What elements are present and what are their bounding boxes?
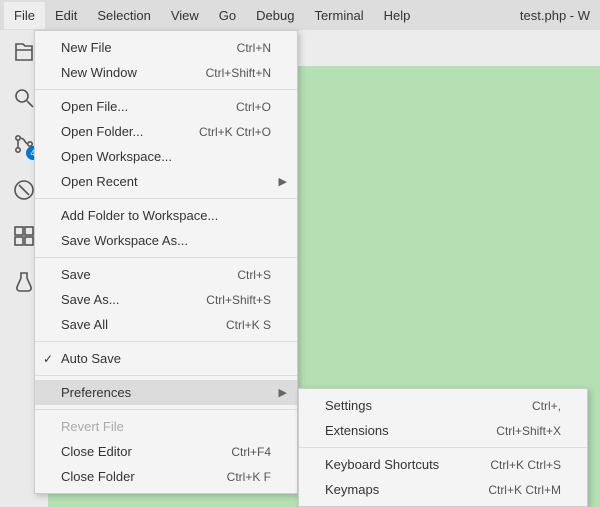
menu-item-label: Close Editor — [61, 444, 231, 459]
menu-separator — [35, 257, 297, 258]
menu-item-label: Open Workspace... — [61, 149, 271, 164]
menu-item-label: Add Folder to Workspace... — [61, 208, 271, 223]
menu-separator — [35, 198, 297, 199]
menu-separator — [35, 409, 297, 410]
menu-shortcut: Ctrl+O — [236, 100, 271, 114]
menu-separator — [299, 447, 587, 448]
menu-item-label: Revert File — [61, 419, 271, 434]
menu-item-label: Open File... — [61, 99, 236, 114]
menu-item-label: Open Recent — [61, 174, 271, 189]
submenu-item-keyboard-shortcuts[interactable]: Keyboard ShortcutsCtrl+K Ctrl+S — [299, 452, 587, 477]
menu-shortcut: Ctrl+Shift+N — [206, 66, 271, 80]
menu-item-label: Save All — [61, 317, 226, 332]
menu-shortcut: Ctrl+Shift+X — [496, 424, 561, 438]
menu-item-label: Extensions — [325, 423, 496, 438]
menu-item-open-workspace[interactable]: Open Workspace... — [35, 144, 297, 169]
chevron-right-icon: ▶ — [279, 175, 287, 188]
menu-item-label: Close Folder — [61, 469, 227, 484]
menu-item-revert-file: Revert File — [35, 414, 297, 439]
menu-separator — [35, 89, 297, 90]
menu-edit[interactable]: Edit — [45, 2, 87, 29]
menu-item-label: Auto Save — [61, 351, 271, 366]
menu-shortcut: Ctrl+S — [237, 268, 271, 282]
menu-item-save-workspace-as[interactable]: Save Workspace As... — [35, 228, 297, 253]
menu-selection[interactable]: Selection — [87, 2, 160, 29]
menu-item-label: Save As... — [61, 292, 206, 307]
menu-shortcut: Ctrl+N — [237, 41, 271, 55]
menu-item-label: New File — [61, 40, 237, 55]
menu-shortcut: Ctrl+K S — [226, 318, 271, 332]
menu-separator — [35, 341, 297, 342]
menu-go[interactable]: Go — [209, 2, 246, 29]
menu-help[interactable]: Help — [374, 2, 421, 29]
submenu-item-keymaps[interactable]: KeymapsCtrl+K Ctrl+M — [299, 477, 587, 502]
menu-debug[interactable]: Debug — [246, 2, 304, 29]
menu-item-close-folder[interactable]: Close FolderCtrl+K F — [35, 464, 297, 489]
menu-item-save[interactable]: SaveCtrl+S — [35, 262, 297, 287]
menu-shortcut: Ctrl+, — [532, 399, 561, 413]
menu-item-open-folder[interactable]: Open Folder...Ctrl+K Ctrl+O — [35, 119, 297, 144]
submenu-item-settings[interactable]: SettingsCtrl+, — [299, 393, 587, 418]
submenu-item-extensions[interactable]: ExtensionsCtrl+Shift+X — [299, 418, 587, 443]
window-title: test.php - W — [520, 8, 596, 23]
chevron-right-icon: ▶ — [279, 386, 287, 399]
menu-item-label: Keymaps — [325, 482, 488, 497]
menu-item-label: Settings — [325, 398, 532, 413]
check-icon: ✓ — [43, 352, 53, 366]
menu-separator — [35, 375, 297, 376]
menu-shortcut: Ctrl+K Ctrl+O — [199, 125, 271, 139]
menu-file[interactable]: File — [4, 2, 45, 29]
menu-shortcut: Ctrl+K Ctrl+M — [488, 483, 561, 497]
menu-shortcut: Ctrl+Shift+S — [206, 293, 271, 307]
menu-item-label: Save — [61, 267, 237, 282]
menu-item-new-file[interactable]: New FileCtrl+N — [35, 35, 297, 60]
menubar: File Edit Selection View Go Debug Termin… — [0, 0, 600, 30]
menu-item-save-all[interactable]: Save AllCtrl+K S — [35, 312, 297, 337]
menu-view[interactable]: View — [161, 2, 209, 29]
menu-item-auto-save[interactable]: ✓ Auto Save — [35, 346, 297, 371]
menu-shortcut: Ctrl+K F — [227, 470, 271, 484]
menu-shortcut: Ctrl+F4 — [231, 445, 271, 459]
menu-item-label: New Window — [61, 65, 206, 80]
menu-item-label: Preferences — [61, 385, 271, 400]
menu-item-label: Keyboard Shortcuts — [325, 457, 490, 472]
menu-item-close-editor[interactable]: Close EditorCtrl+F4 — [35, 439, 297, 464]
menu-item-label: Open Folder... — [61, 124, 199, 139]
preferences-submenu: SettingsCtrl+,ExtensionsCtrl+Shift+XKeyb… — [298, 388, 588, 507]
menu-item-new-window[interactable]: New WindowCtrl+Shift+N — [35, 60, 297, 85]
menu-item-label: Save Workspace As... — [61, 233, 271, 248]
menu-item-open-recent[interactable]: Open Recent ▶ — [35, 169, 297, 194]
menu-item-preferences[interactable]: Preferences ▶ — [35, 380, 297, 405]
file-menu-dropdown: New FileCtrl+NNew WindowCtrl+Shift+NOpen… — [34, 30, 298, 494]
menu-shortcut: Ctrl+K Ctrl+S — [490, 458, 561, 472]
menu-item-add-folder-to-workspace[interactable]: Add Folder to Workspace... — [35, 203, 297, 228]
menu-terminal[interactable]: Terminal — [304, 2, 373, 29]
menu-item-open-file[interactable]: Open File...Ctrl+O — [35, 94, 297, 119]
menu-item-save-as[interactable]: Save As...Ctrl+Shift+S — [35, 287, 297, 312]
